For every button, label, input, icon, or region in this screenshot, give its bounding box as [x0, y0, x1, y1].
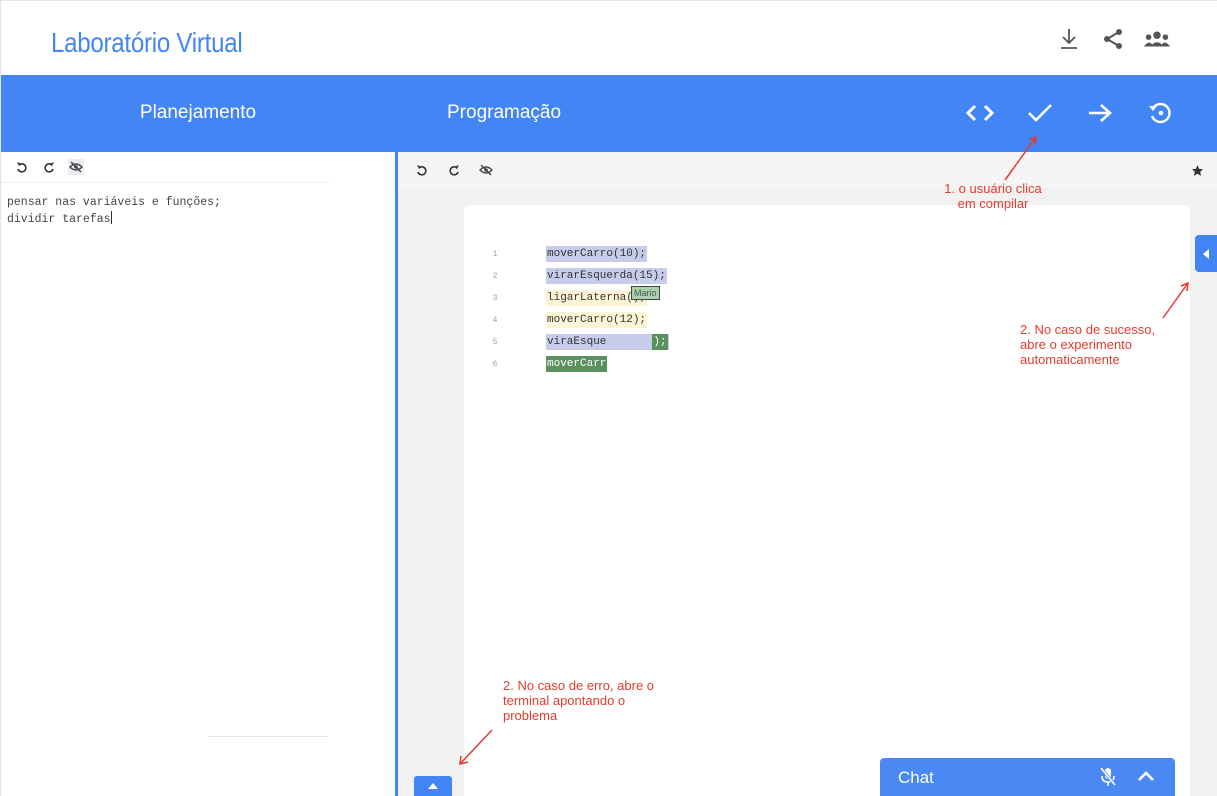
collaborator-cursor-tag: Mario: [631, 286, 660, 300]
line-number: 5: [492, 337, 498, 347]
planning-editor[interactable]: pensar nas variáveis e funções; dividir t…: [1, 183, 395, 228]
mic-off-icon[interactable]: [1099, 767, 1117, 792]
undo-icon[interactable]: [414, 162, 430, 178]
restore-icon[interactable]: [1143, 96, 1177, 130]
annotation-line: em compilar: [957, 196, 1029, 211]
annotation-line: abre o experimento: [1020, 337, 1133, 352]
planning-title: Planejamento: [139, 102, 257, 123]
annotation-line: problema: [503, 708, 558, 723]
scrollbar[interactable]: [209, 736, 327, 737]
line-number: 3: [492, 293, 498, 303]
page: Laboratório Virtual Planejamento pensar …: [0, 0, 1217, 796]
code-text: moverCarro(12);: [546, 312, 648, 328]
redo-icon[interactable]: [446, 162, 462, 178]
planning-toolbar: [1, 152, 329, 183]
annotation-error: 2. No caso de erro, abre o terminal apon…: [503, 678, 654, 723]
programming-toolbar: [398, 152, 1217, 188]
text-caret: [110, 211, 112, 224]
annotation-line: terminal apontando o: [503, 693, 626, 708]
code-line: 6 moverCarr: [464, 353, 669, 375]
annotation-line: 2. No caso de erro, abre o: [503, 678, 655, 693]
code-lines: 1 moverCarro(10); 2 virarEsquerda(15); 3…: [464, 243, 669, 375]
planning-line-cursor: dividir tarefas: [7, 211, 395, 228]
line-number: 1: [492, 249, 498, 259]
code-text: moverCarro(10);: [546, 246, 648, 262]
app-title: Laboratório Virtual: [51, 27, 243, 58]
code-text: virarEsquerda(15);: [546, 268, 667, 284]
annotation-line: 1. o usuário clica: [944, 181, 1042, 196]
programming-actions: [963, 96, 1177, 130]
code-line: 5 viraEsque);: [464, 331, 669, 353]
hide-icon[interactable]: [478, 162, 494, 178]
chat-label: Chat: [898, 768, 934, 787]
planning-header: Planejamento: [1, 75, 395, 152]
planning-line: pensar nas variáveis e funções;: [7, 196, 221, 209]
line-number: 4: [492, 315, 498, 325]
redo-icon[interactable]: [41, 159, 57, 175]
code-line: 1 moverCarro(10);: [464, 243, 669, 265]
hide-icon[interactable]: [68, 159, 84, 175]
line-number: 2: [492, 271, 498, 281]
annotation-success: 2. No caso de sucesso, abre o experiment…: [1020, 322, 1155, 367]
header-actions: [1055, 25, 1171, 53]
check-icon[interactable]: [1023, 96, 1057, 130]
programming-title: Programação: [447, 102, 562, 123]
chevron-up-icon[interactable]: [1137, 769, 1155, 787]
undo-icon[interactable]: [14, 159, 30, 175]
code-text: moverCarr: [546, 356, 608, 372]
experiment-panel-toggle[interactable]: [1195, 235, 1217, 272]
code-text: viraEsque);: [546, 334, 669, 350]
planning-line: dividir tarefas: [7, 213, 111, 226]
app-header: Laboratório Virtual: [0, 0, 1217, 75]
terminal-toggle-button[interactable]: [414, 776, 452, 796]
code-icon[interactable]: [963, 96, 997, 130]
code-text-head: viraEsque: [547, 336, 607, 348]
group-icon[interactable]: [1143, 25, 1171, 53]
star-icon[interactable]: [1189, 162, 1205, 178]
arrow-right-icon[interactable]: [1083, 96, 1117, 130]
planning-panel: Planejamento pensar nas variáveis e funç…: [0, 75, 395, 796]
code-line: 2 virarEsquerda(15);: [464, 265, 669, 287]
annotation-line: 2. No caso de sucesso,: [1020, 322, 1156, 337]
code-line: 4 moverCarro(12);: [464, 309, 669, 331]
chat-bar[interactable]: Chat: [880, 758, 1175, 796]
share-icon[interactable]: [1099, 25, 1127, 53]
annotation-line: automaticamente: [1020, 352, 1120, 367]
code-text-tail: );: [652, 334, 668, 350]
line-number: 6: [492, 359, 498, 369]
annotation-compile: 1. o usuário clica em compilar: [938, 181, 1048, 211]
download-icon[interactable]: [1055, 25, 1083, 53]
programming-header: Programação: [398, 75, 1217, 152]
